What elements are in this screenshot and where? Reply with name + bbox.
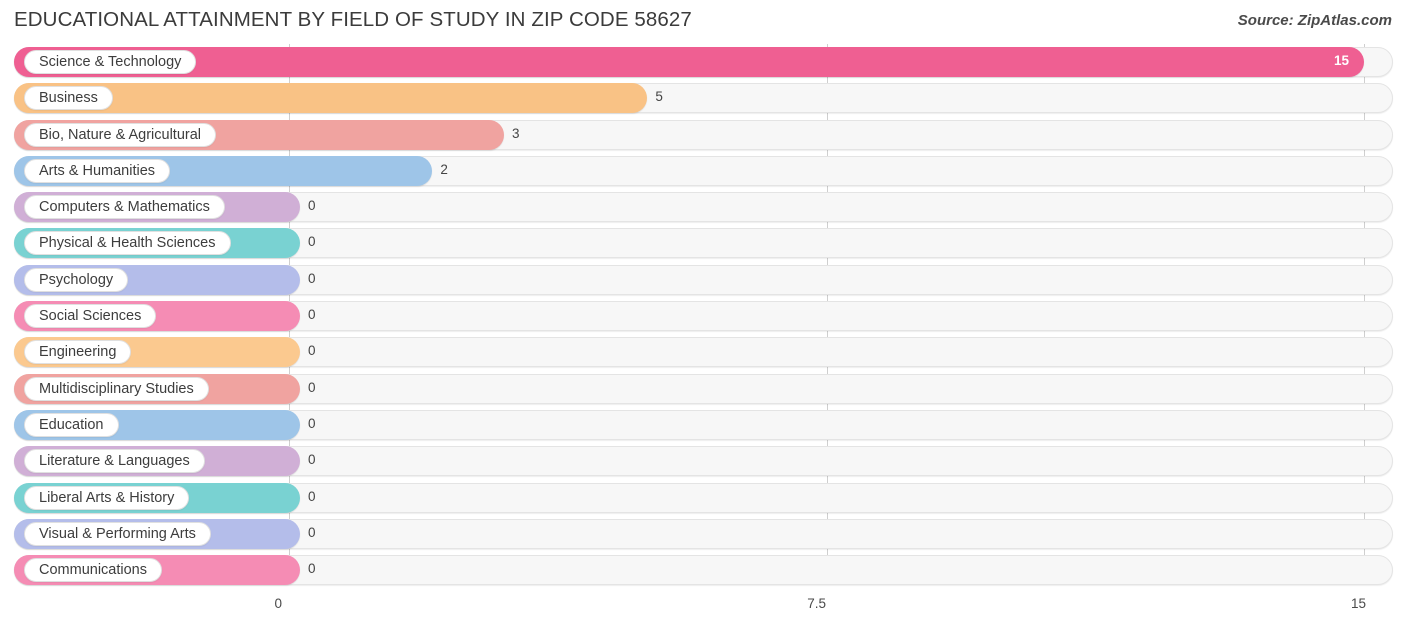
x-axis-tick-label: 0: [274, 596, 282, 611]
bar-value-label: 15: [1334, 53, 1350, 68]
bar-label: Communications: [24, 558, 162, 583]
bar-label: Computers & Mathematics: [24, 195, 225, 220]
bar-label: Engineering: [24, 340, 132, 365]
source-attribution: Source: ZipAtlas.com: [1237, 12, 1392, 29]
bar-row[interactable]: Engineering 0: [0, 334, 1406, 370]
bar-label: Multidisciplinary Studies: [24, 376, 209, 401]
bar-row[interactable]: Liberal Arts & History 0: [0, 480, 1406, 516]
bar-label: Arts & Humanities: [24, 158, 171, 183]
bar-value-label: 0: [308, 415, 316, 431]
bar-value-label: 0: [308, 234, 316, 250]
bar-value-label: 2: [440, 161, 448, 177]
bar-row[interactable]: Communications 0: [0, 552, 1406, 588]
bar-row[interactable]: Arts & Humanities 2: [0, 153, 1406, 189]
bar-value-label: 0: [308, 343, 316, 359]
bar-value-label: 0: [308, 379, 316, 395]
bar-value-label: 0: [308, 452, 316, 468]
x-axis-tick-label: 7.5: [807, 596, 826, 611]
x-axis: 0 7.5 15: [0, 596, 1406, 618]
bar-value-label: 0: [308, 198, 316, 214]
bar[interactable]: [14, 47, 1364, 77]
bar-label: Visual & Performing Arts: [24, 521, 211, 546]
bar-label: Education: [24, 412, 119, 437]
bar-row[interactable]: Visual & Performing Arts 0: [0, 516, 1406, 552]
bar-value-label: 0: [308, 270, 316, 286]
bar-label: Bio, Nature & Agricultural: [24, 122, 216, 147]
bar-row[interactable]: Science & Technology 15: [0, 44, 1406, 80]
bar-row[interactable]: Computers & Mathematics 0: [0, 189, 1406, 225]
bar-value-label: 0: [308, 488, 316, 504]
bar-row[interactable]: Bio, Nature & Agricultural 3: [0, 117, 1406, 153]
bar-value-label: 0: [308, 524, 316, 540]
bar-row[interactable]: Multidisciplinary Studies 0: [0, 371, 1406, 407]
bar-value-label: 0: [308, 307, 316, 323]
bar-label: Psychology: [24, 267, 129, 292]
bar-row[interactable]: Literature & Languages 0: [0, 443, 1406, 479]
page-title: EDUCATIONAL ATTAINMENT BY FIELD OF STUDY…: [14, 8, 692, 31]
bar-value-label: 5: [655, 89, 663, 105]
bar-label: Physical & Health Sciences: [24, 231, 231, 256]
bar-value-label: 3: [512, 125, 520, 141]
bar-row[interactable]: Physical & Health Sciences 0: [0, 225, 1406, 261]
bar-value-label: 0: [308, 561, 316, 577]
bar-label: Literature & Languages: [24, 449, 205, 474]
bar-label: Business: [24, 86, 113, 111]
bar-label: Science & Technology: [24, 50, 197, 74]
bar-row[interactable]: Business 5: [0, 80, 1406, 116]
chart-plot-area: Science & Technology 15 Business 5 Bio, Natu…: [0, 44, 1406, 595]
bar-row[interactable]: Education 0: [0, 407, 1406, 443]
bar-label: Social Sciences: [24, 304, 157, 329]
bar-row[interactable]: Social Sciences 0: [0, 298, 1406, 334]
bar-label: Liberal Arts & History: [24, 485, 190, 510]
bar-rows: Science & Technology 15 Business 5 Bio, Natu…: [0, 44, 1406, 588]
chart-page: EDUCATIONAL ATTAINMENT BY FIELD OF STUDY…: [0, 0, 1406, 631]
bar-row[interactable]: Psychology 0: [0, 262, 1406, 298]
x-axis-tick-label: 15: [1350, 596, 1366, 611]
